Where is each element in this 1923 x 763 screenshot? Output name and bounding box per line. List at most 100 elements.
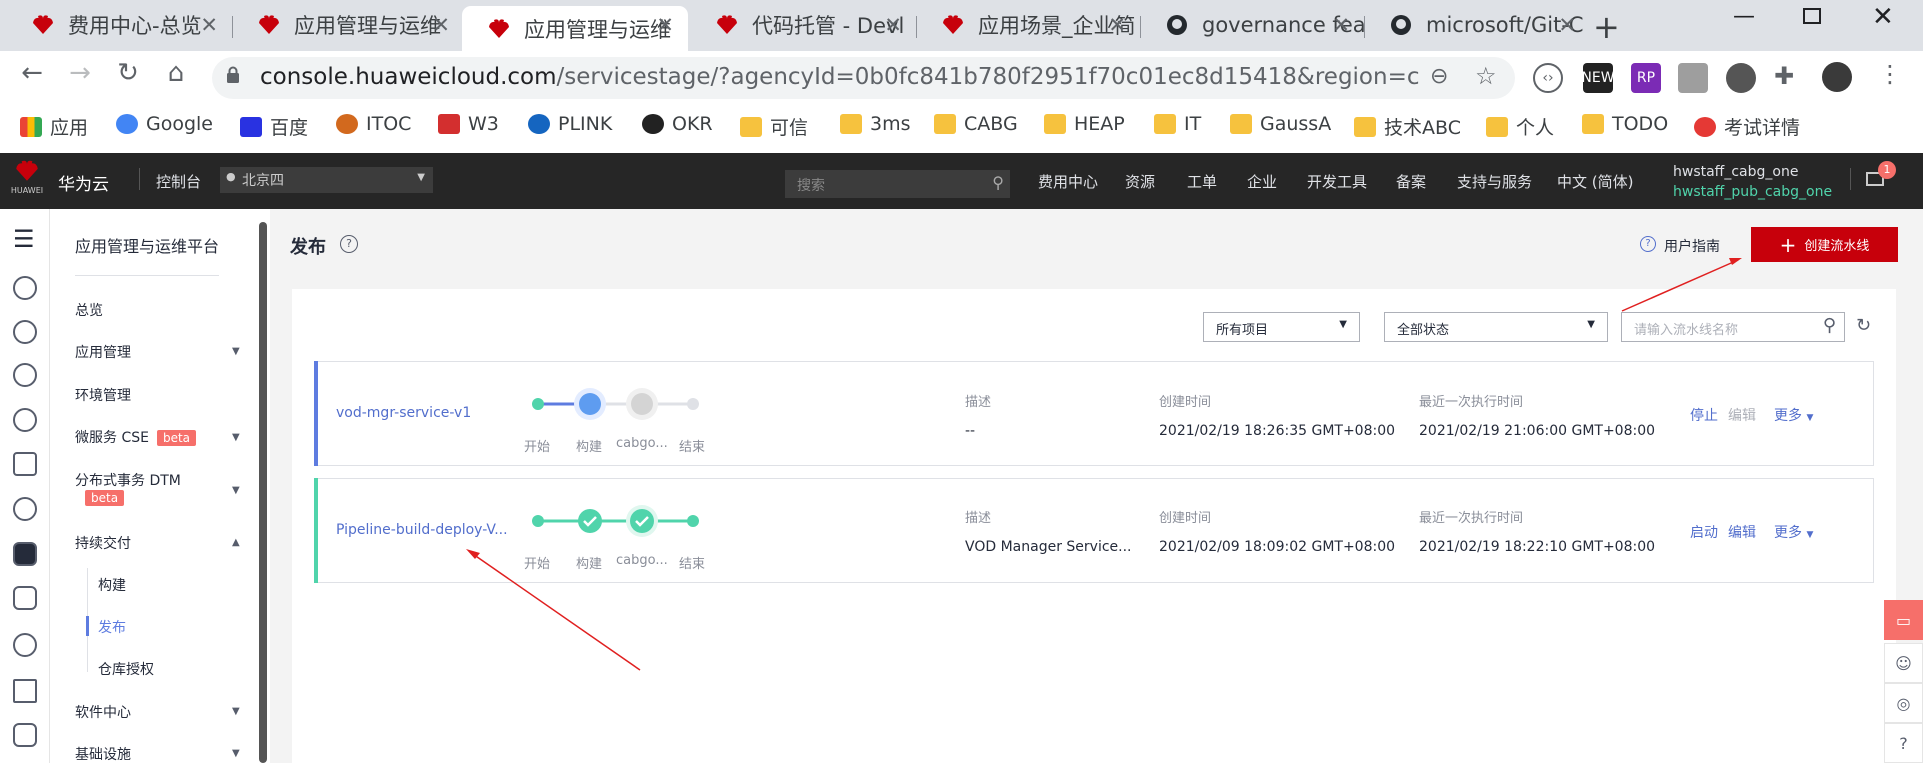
browser-tab[interactable]: microsoft/Git-C ✕: [1364, 6, 1590, 44]
help-icon[interactable]: ?: [1884, 723, 1923, 763]
puzzle-icon[interactable]: ✚: [1774, 62, 1794, 90]
nav-devtools[interactable]: 开发工具: [1307, 171, 1367, 192]
sidebar-item-infrastructure[interactable]: 基础设施: [75, 744, 131, 763]
bookmark-exam[interactable]: 考试详情: [1694, 113, 1800, 140]
start-action[interactable]: 启动: [1690, 522, 1718, 542]
sidebar-item-repo-auth[interactable]: 仓库授权: [98, 659, 154, 679]
home-icon[interactable]: ⌂: [156, 58, 196, 88]
browser-tab[interactable]: 代码托管 - Devl ✕: [690, 6, 916, 44]
shield-icon[interactable]: [13, 542, 37, 566]
browser-menu-icon[interactable]: ⋮: [1878, 60, 1902, 88]
sidebar-item-dtm[interactable]: 分布式事务 DTM beta: [75, 470, 181, 506]
help-circle-icon[interactable]: ?: [1640, 236, 1656, 252]
back-icon[interactable]: ←: [12, 58, 52, 88]
bookmark-itoc[interactable]: ITOC: [336, 113, 411, 135]
help-icon[interactable]: ?: [340, 235, 358, 253]
extension-icon[interactable]: ‹›: [1533, 63, 1563, 93]
cluster-icon[interactable]: [13, 276, 37, 300]
bookmark-folder[interactable]: 个人: [1486, 113, 1554, 140]
monitor-icon[interactable]: [13, 452, 37, 476]
feedback-smile-icon[interactable]: ☺: [1884, 643, 1923, 683]
chevron-down-icon[interactable]: ▼: [232, 432, 240, 443]
user-guide-link[interactable]: 用户指南: [1664, 236, 1720, 256]
extension-circle-icon[interactable]: [1726, 63, 1756, 93]
url-text[interactable]: console.huaweicloud.com/servicestage/?ag…: [260, 64, 1420, 90]
pipeline-search-input[interactable]: 请输入流水线名称 ⚲: [1621, 312, 1845, 342]
profile-avatar[interactable]: [1822, 62, 1852, 92]
pipeline-name-link[interactable]: Pipeline-build-deploy-V...: [336, 522, 508, 538]
sidebar-item-release[interactable]: 发布: [98, 617, 126, 637]
nav-enterprise[interactable]: 企业: [1247, 171, 1277, 192]
close-tab-icon[interactable]: ✕: [1558, 13, 1576, 37]
bookmark-plink[interactable]: PLINK: [528, 113, 612, 135]
search-icon[interactable]: ⚲: [1823, 315, 1836, 336]
bookmark-folder[interactable]: HEAP: [1044, 113, 1125, 135]
nav-icp[interactable]: 备案: [1396, 171, 1426, 192]
close-tab-icon[interactable]: ✕: [884, 13, 902, 37]
chevron-down-icon[interactable]: ▼: [232, 748, 240, 759]
bookmark-folder[interactable]: 可信: [740, 113, 808, 140]
zoom-icon[interactable]: ⊖: [1430, 64, 1448, 89]
nav-support[interactable]: 支持与服务: [1457, 171, 1532, 192]
sidebar-item-continuous-delivery[interactable]: 持续交付: [75, 533, 131, 553]
bookmark-okr[interactable]: OKR: [642, 113, 713, 135]
new-tab-button[interactable]: +: [1593, 8, 1620, 46]
project-filter-select[interactable]: 所有项目 ▼: [1203, 312, 1360, 342]
forward-icon[interactable]: →: [60, 58, 100, 88]
user-subaccount[interactable]: hwstaff_pub_cabg_one: [1673, 184, 1832, 200]
bookmark-folder[interactable]: CABG: [934, 113, 1018, 135]
sidebar-item-app-management[interactable]: 应用管理: [75, 342, 131, 362]
sidebar-item-software-center[interactable]: 软件中心: [75, 702, 131, 722]
nav-billing[interactable]: 费用中心: [1038, 171, 1098, 192]
extension-rp-icon[interactable]: RP: [1631, 63, 1661, 93]
bookmark-star-icon[interactable]: ☆: [1475, 62, 1497, 90]
bookmark-baidu[interactable]: 百度: [240, 113, 308, 140]
chevron-up-icon[interactable]: ▲: [232, 537, 240, 548]
close-tab-icon[interactable]: ✕: [200, 13, 218, 37]
extension-pdf-icon[interactable]: [1678, 63, 1708, 93]
bookmark-apps[interactable]: 应用: [20, 113, 88, 140]
user-name[interactable]: hwstaff_cabg_one: [1673, 164, 1798, 180]
status-filter-select[interactable]: 全部状态 ▼: [1384, 312, 1608, 342]
bookmark-folder[interactable]: 技术ABC: [1354, 113, 1461, 140]
chevron-down-icon[interactable]: ▼: [232, 706, 240, 717]
region-select[interactable]: ● 北京四 ▼: [220, 167, 433, 193]
browser-tab[interactable]: 应用管理与运维 ✕: [232, 6, 464, 44]
anchor-icon[interactable]: [13, 679, 37, 703]
sidebar-item-cse[interactable]: 微服务 CSE beta: [75, 427, 197, 447]
sidebar-item-overview[interactable]: 总览: [75, 300, 103, 320]
chat-icon[interactable]: ▭: [1884, 600, 1923, 640]
cloud-upload-icon[interactable]: [13, 408, 37, 432]
reload-icon[interactable]: ↻: [108, 58, 148, 88]
nav-resources[interactable]: 资源: [1125, 171, 1155, 192]
close-tab-icon[interactable]: ✕: [432, 13, 450, 37]
sidebar-item-build[interactable]: 构建: [98, 575, 126, 595]
cloud-refresh-icon[interactable]: [13, 633, 37, 657]
huawei-logo[interactable]: HUAWEI: [10, 160, 44, 198]
close-tab-icon[interactable]: ✕: [1108, 13, 1126, 37]
close-window-icon[interactable]: ✕: [1872, 2, 1894, 32]
restore-icon[interactable]: [1803, 8, 1821, 24]
more-action[interactable]: 更多 ▼: [1774, 405, 1813, 425]
header-search-input[interactable]: 搜索 ⚲: [785, 170, 1010, 198]
more-action[interactable]: 更多 ▼: [1774, 522, 1813, 542]
bookmark-folder[interactable]: IT: [1154, 113, 1201, 135]
chevron-down-icon[interactable]: ▼: [232, 346, 240, 357]
bookmark-w3[interactable]: W3: [438, 113, 499, 135]
close-tab-icon[interactable]: ✕: [656, 13, 674, 37]
shield-eye-icon[interactable]: [13, 586, 37, 610]
browser-tab[interactable]: 费用中心-总览 ✕: [6, 6, 232, 44]
bookmark-folder[interactable]: 3ms: [840, 113, 911, 135]
bookmark-folder[interactable]: GaussA: [1230, 113, 1331, 135]
close-tab-icon[interactable]: ✕: [1332, 13, 1350, 37]
chevron-down-icon[interactable]: ▼: [232, 485, 240, 496]
fingerprint-icon[interactable]: [13, 497, 37, 521]
bookmark-google[interactable]: Google: [116, 113, 213, 135]
edit-action[interactable]: 编辑: [1728, 522, 1756, 542]
console-link[interactable]: 控制台: [156, 171, 201, 192]
minimize-icon[interactable]: —: [1733, 4, 1755, 29]
pipeline-name-link[interactable]: vod-mgr-service-v1: [336, 405, 471, 421]
bookmark-folder[interactable]: TODO: [1582, 113, 1668, 135]
create-pipeline-button[interactable]: + 创建流水线: [1751, 227, 1898, 262]
ip-icon[interactable]: [13, 363, 37, 387]
